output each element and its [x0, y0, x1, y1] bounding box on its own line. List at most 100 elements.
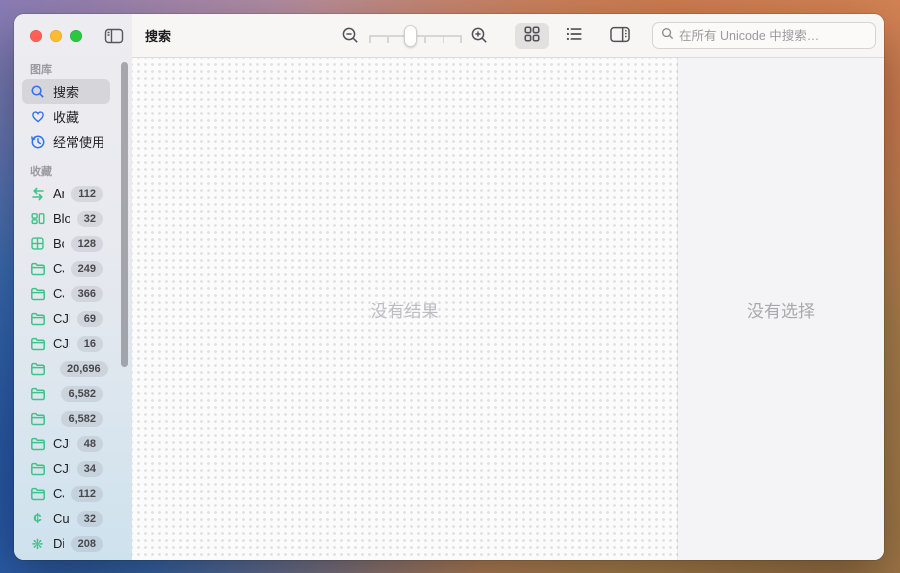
- sidebar-item-label: Arr…: [53, 186, 64, 201]
- heart-icon: [29, 109, 46, 125]
- sidebar-item-label: …: [53, 411, 54, 426]
- sidebar-item-label: CJ…: [53, 486, 64, 501]
- folder-icon: [29, 311, 46, 327]
- slider-thumb[interactable]: [404, 25, 417, 47]
- slider-tick: [460, 35, 462, 43]
- sidebar-item[interactable]: CJ… 366: [22, 281, 110, 306]
- folder-icon: [29, 486, 46, 502]
- grid-view-icon: [523, 25, 541, 46]
- dingbat-asterisk-icon: ❋: [29, 536, 46, 552]
- count-badge: 208: [71, 536, 103, 552]
- no-results-text: 没有结果: [371, 297, 439, 322]
- slider-tick: [387, 35, 389, 43]
- sidebar-item-label: Cur…: [53, 511, 70, 526]
- sidebar-item[interactable]: ¢ Cur… 32: [22, 506, 110, 531]
- sidebar-item[interactable]: … 6,582: [22, 381, 110, 406]
- search-icon: [661, 27, 674, 45]
- sidebar-item[interactable]: CJK… 69: [22, 306, 110, 331]
- count-badge: 128: [71, 236, 103, 252]
- sidebar-section-collections: 收藏 Arr… 112 Blo…: [22, 164, 110, 560]
- list-view-button[interactable]: [557, 23, 591, 49]
- count-badge: 112: [71, 486, 103, 502]
- app-window: 图库 搜索 收藏: [14, 14, 884, 560]
- sidebar-item[interactable]: Arr… 112: [22, 181, 110, 206]
- count-badge: 16: [77, 336, 103, 352]
- sidebar-item[interactable]: … 6,582: [22, 406, 110, 431]
- desktop-background: 图库 搜索 收藏: [0, 0, 900, 573]
- inspector-panel: 没有选择: [678, 58, 884, 560]
- folder-icon: [29, 461, 46, 477]
- list-view-icon: [565, 25, 583, 46]
- sidebar-item-label: 收藏: [53, 107, 79, 126]
- sidebar-item[interactable]: … 20,696: [22, 356, 110, 381]
- main-column: 搜索: [132, 14, 884, 560]
- collections-list: Arr… 112 Blo… 32: [22, 181, 110, 560]
- folder-icon: [29, 386, 46, 402]
- sidebar-item[interactable]: Bo… 128: [22, 231, 110, 256]
- sidebar-item[interactable]: CJ… 249: [22, 256, 110, 281]
- blocks-icon: [29, 211, 46, 227]
- sidebar-item-label: Bo…: [53, 236, 64, 251]
- gallery-list: 搜索 收藏 经常使用的: [22, 79, 110, 154]
- minimize-button[interactable]: [50, 30, 62, 42]
- count-badge: 32: [77, 211, 103, 227]
- sidebar-item[interactable]: E… 3,719: [22, 556, 110, 560]
- count-badge: 48: [77, 436, 103, 452]
- sidebar-item-label: CJ…: [53, 286, 64, 301]
- sidebar-content: 图库 搜索 收藏: [14, 58, 132, 560]
- zoom-slider[interactable]: [369, 24, 461, 48]
- sidebar-item-label: 经常使用的: [53, 132, 103, 151]
- search-field[interactable]: [652, 22, 876, 49]
- folder-icon: [29, 286, 46, 302]
- sidebar-item[interactable]: 搜索: [22, 79, 110, 104]
- folder-icon: [29, 411, 46, 427]
- zoom-controls: [341, 24, 489, 48]
- content-area: 没有结果 没有选择: [132, 58, 884, 560]
- zoom-out-icon[interactable]: [341, 26, 360, 45]
- currency-cent-icon: ¢: [29, 511, 46, 527]
- section-header-gallery: 图库: [22, 62, 110, 79]
- toggle-sidebar-icon[interactable]: [104, 28, 124, 44]
- sidebar-item[interactable]: 收藏: [22, 104, 110, 129]
- sidebar-item[interactable]: 经常使用的: [22, 129, 110, 154]
- sidebar-item-label: CJK…: [53, 461, 70, 476]
- window-title: 搜索: [145, 26, 171, 45]
- search-input[interactable]: [679, 29, 867, 43]
- zoom-window-button[interactable]: [70, 30, 82, 42]
- slider-tick: [424, 35, 426, 43]
- results-grid-area[interactable]: 没有结果: [132, 58, 678, 560]
- count-badge: 32: [77, 511, 103, 527]
- sidebar-section-gallery: 图库 搜索 收藏: [22, 62, 110, 154]
- folder-icon: [29, 261, 46, 277]
- section-header-collections: 收藏: [22, 164, 110, 181]
- sidebar-item-label: 搜索: [53, 82, 79, 101]
- zoom-in-icon[interactable]: [470, 26, 489, 45]
- grid-table-icon: [29, 236, 46, 252]
- magnifier-icon: [29, 84, 46, 100]
- sidebar-item-label: CJK…: [53, 436, 70, 451]
- sidebar-item-label: …: [53, 386, 54, 401]
- grid-view-button[interactable]: [515, 23, 549, 49]
- sidebar-item[interactable]: CJK… 16: [22, 331, 110, 356]
- sidebar-item-label: Di…: [53, 536, 64, 551]
- sidebar: 图库 搜索 收藏: [14, 14, 132, 560]
- folder-icon: [29, 361, 46, 377]
- count-badge: 69: [77, 311, 103, 327]
- sidebar-item[interactable]: CJK… 34: [22, 456, 110, 481]
- count-badge: 6,582: [61, 386, 103, 402]
- sidebar-titlebar: [14, 14, 132, 58]
- sidebar-item[interactable]: CJK… 48: [22, 431, 110, 456]
- history-clock-icon: [29, 134, 46, 150]
- toggle-inspector-button[interactable]: [603, 23, 637, 49]
- count-badge: 34: [77, 461, 103, 477]
- folder-icon: [29, 436, 46, 452]
- count-badge: 112: [71, 186, 103, 202]
- sidebar-item[interactable]: CJ… 112: [22, 481, 110, 506]
- toolbar: 搜索: [132, 14, 884, 58]
- count-badge: 20,696: [60, 361, 108, 377]
- sidebar-scrollbar-thumb[interactable]: [121, 62, 128, 367]
- sidebar-item[interactable]: Blo… 32: [22, 206, 110, 231]
- folder-icon: [29, 336, 46, 352]
- sidebar-item[interactable]: ❋ Di… 208: [22, 531, 110, 556]
- close-button[interactable]: [30, 30, 42, 42]
